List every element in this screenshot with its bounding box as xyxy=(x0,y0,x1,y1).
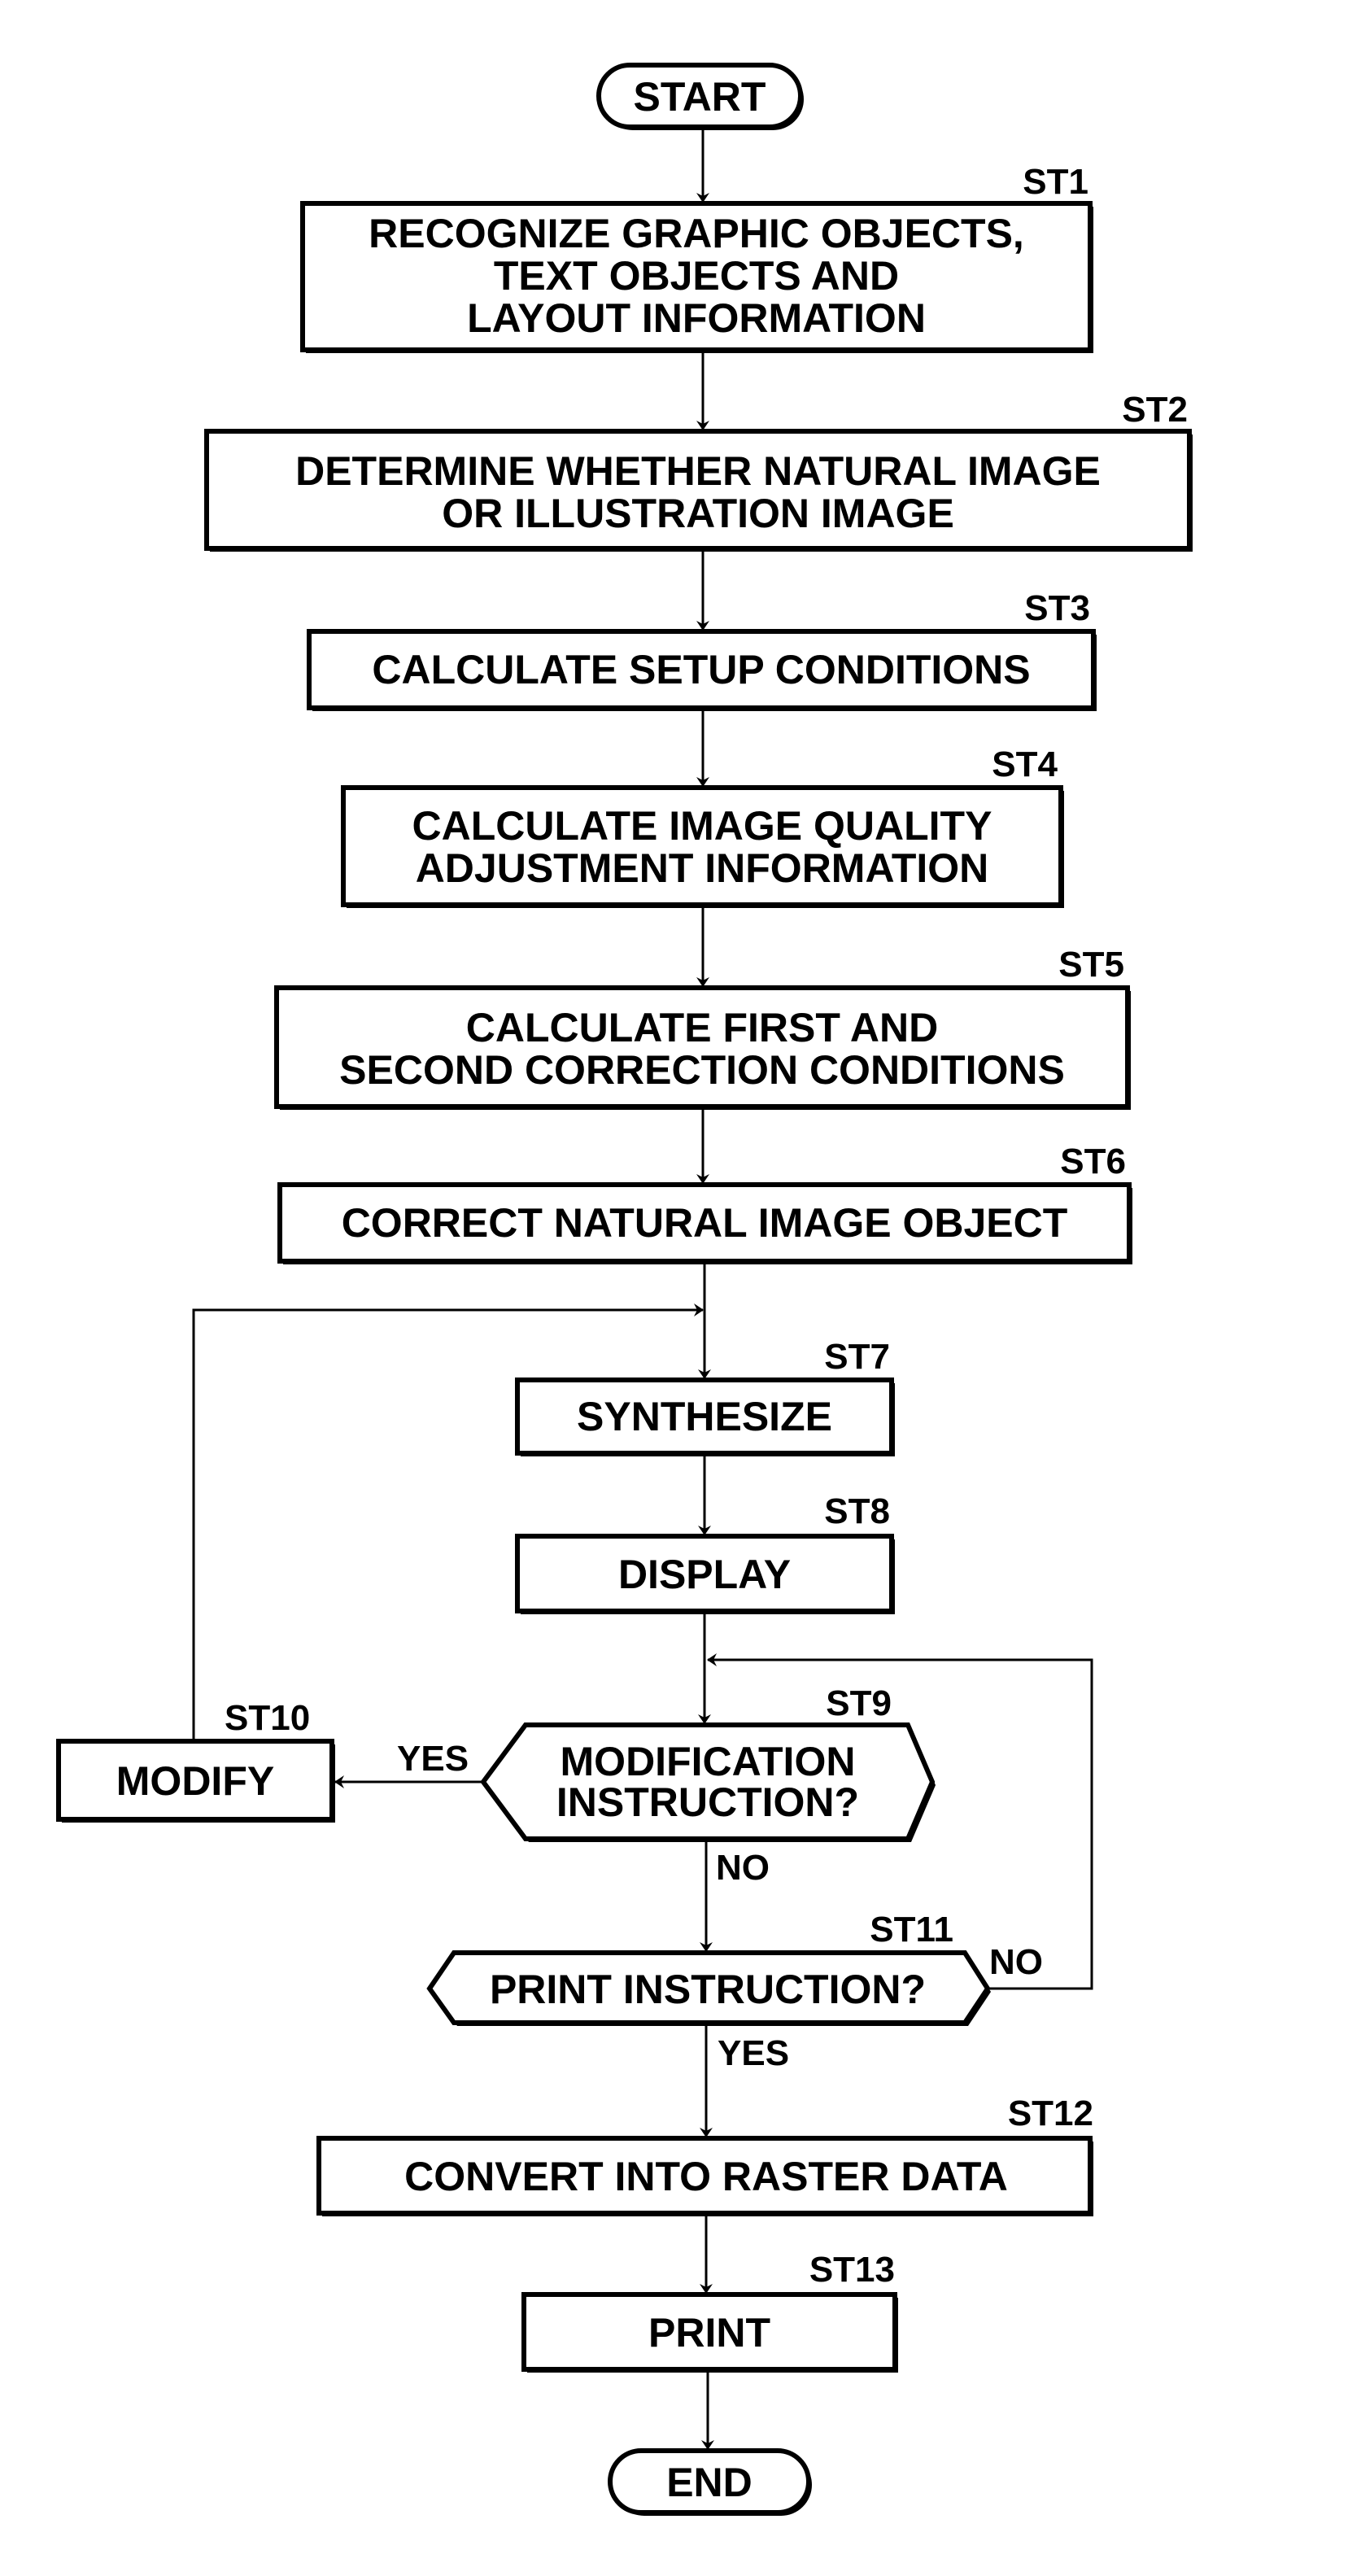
step-text-line: DETERMINE WHETHER NATURAL IMAGE xyxy=(295,448,1101,494)
step-text-line: CALCULATE SETUP CONDITIONS xyxy=(372,647,1030,692)
step-id: ST11 xyxy=(870,1910,953,1949)
step-st10: ST10 MODIFY xyxy=(56,1698,335,1823)
step-text-line: TEXT OBJECTS AND xyxy=(494,253,899,299)
step-id: ST5 xyxy=(1058,945,1124,985)
step-text-line: DISPLAY xyxy=(618,1552,791,1597)
decision-st9: ST9 MODIFICATION INSTRUCTION? YES NO xyxy=(397,1683,936,1888)
step-text-line: OR ILLUSTRATION IMAGE xyxy=(442,491,954,536)
start-label: START xyxy=(634,74,766,120)
step-text-line: MODIFY xyxy=(116,1758,274,1804)
step-id: ST2 xyxy=(1122,390,1188,430)
end-label: END xyxy=(666,2460,753,2505)
step-id: ST13 xyxy=(809,2250,895,2290)
step-text-line: CORRECT NATURAL IMAGE OBJECT xyxy=(342,1200,1068,1246)
start-terminator: START xyxy=(596,63,804,130)
flowchart: START ST1 RECOGNIZE GRAPHIC OBJECTS, TEX… xyxy=(56,63,1193,2516)
step-text-line: CALCULATE FIRST AND xyxy=(466,1005,939,1050)
end-terminator: END xyxy=(608,2448,812,2516)
step-id: ST12 xyxy=(1008,2094,1093,2133)
step-text-line: CONVERT INTO RASTER DATA xyxy=(404,2154,1008,2199)
step-id: ST7 xyxy=(824,1337,890,1377)
step-st8: ST8 DISPLAY xyxy=(515,1491,895,1614)
step-id: ST9 xyxy=(826,1683,892,1723)
step-text-line: PRINT xyxy=(648,2310,770,2356)
step-st7: ST7 SYNTHESIZE xyxy=(515,1337,895,1456)
step-st6: ST6 CORRECT NATURAL IMAGE OBJECT xyxy=(277,1142,1132,1264)
step-text-line: CALCULATE IMAGE QUALITY xyxy=(412,803,992,849)
step-text-line: SECOND CORRECTION CONDITIONS xyxy=(339,1047,1065,1093)
step-id: ST1 xyxy=(1023,162,1088,202)
step-id: ST6 xyxy=(1060,1142,1126,1181)
step-st1: ST1 RECOGNIZE GRAPHIC OBJECTS, TEXT OBJE… xyxy=(300,162,1093,353)
step-st13: ST13 PRINT xyxy=(521,2250,898,2373)
step-id: ST8 xyxy=(824,1491,890,1531)
step-id: ST4 xyxy=(992,744,1058,784)
step-id: ST10 xyxy=(225,1698,310,1738)
step-id: ST3 xyxy=(1024,588,1090,628)
step-text-line: INSTRUCTION? xyxy=(556,1779,859,1825)
step-text-line: RECOGNIZE GRAPHIC OBJECTS, xyxy=(369,211,1024,256)
branch-label-yes: YES xyxy=(397,1739,469,1779)
branch-label-yes: YES xyxy=(718,2033,789,2073)
branch-label-no: NO xyxy=(716,1848,770,1888)
step-text-line: ADJUSTMENT INFORMATION xyxy=(416,845,989,891)
step-text-line: LAYOUT INFORMATION xyxy=(467,295,926,341)
loop-st10-to-st7 xyxy=(192,1303,704,1740)
step-text-line: MODIFICATION xyxy=(561,1739,856,1784)
step-text-line: SYNTHESIZE xyxy=(577,1394,832,1439)
decision-st11: ST11 PRINT INSTRUCTION? NO YES xyxy=(426,1910,1043,2073)
step-text-line: PRINT INSTRUCTION? xyxy=(490,1967,926,2012)
step-st2: ST2 DETERMINE WHETHER NATURAL IMAGE OR I… xyxy=(204,390,1193,552)
branch-label-no: NO xyxy=(989,1942,1043,1982)
